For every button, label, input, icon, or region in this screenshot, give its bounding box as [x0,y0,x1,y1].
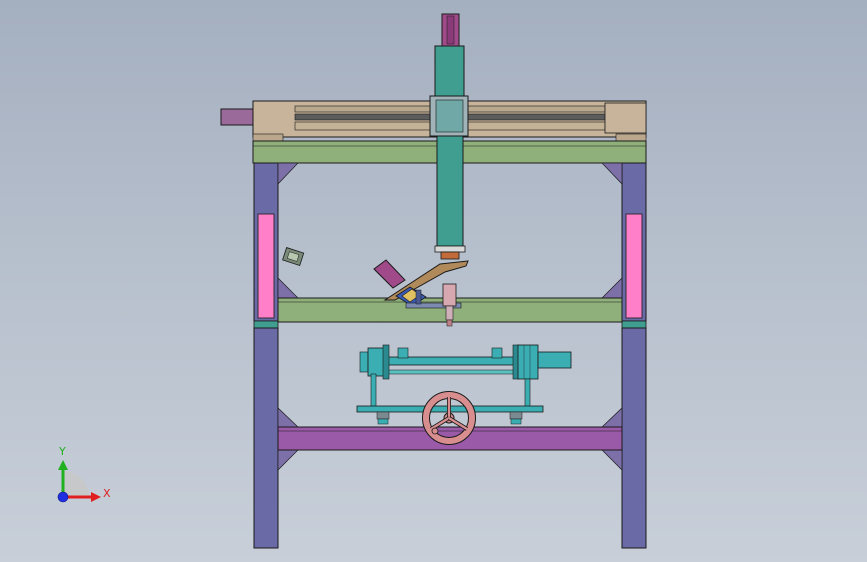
right-column-highlight-panel [625,213,643,319]
rail-end-stub-left [220,108,255,126]
shaft-bracket-right [491,347,503,359]
brace-mid-right-upper [601,277,623,299]
brace-top-right [601,162,623,185]
motor-right-shaft [537,351,572,369]
y-axis-arrowhead [58,460,68,470]
cutter-spindle [442,283,457,307]
right-column-lower [621,327,647,549]
cad-viewport[interactable]: Y X [0,0,867,562]
motor-left-flange [382,344,390,380]
rail-foot-right [615,133,647,142]
brace-low-right-upper [601,407,623,428]
mount-foot-right [509,411,523,420]
right-frame-column[interactable] [621,162,647,549]
mount-bolt-left [377,418,389,425]
brace-low-left-lower [277,449,299,471]
handwheel-knob [431,427,439,435]
triad-xy-plane-arc [63,471,89,497]
floating-part[interactable] [282,247,305,266]
coordinate-triad-icon[interactable]: Y X [57,445,111,503]
z-axis-origin [57,491,69,503]
mount-foot-left [376,411,390,420]
rail-foot-left [252,133,284,142]
left-column-lower [253,327,279,549]
left-frame-column[interactable] [253,162,279,549]
cutter-shank [445,305,454,321]
left-column-highlight-panel [257,213,275,319]
spindle-nut [440,251,460,260]
right-column-joint [621,320,647,329]
tool-post [415,289,422,305]
brace-low-left-upper [277,407,299,428]
support-post-left [370,373,377,408]
shaft-bracket-left [397,347,409,359]
x-axis-arrowhead [91,492,101,502]
motor-left-cap [359,351,369,373]
tool-angled-guard [373,259,406,289]
column-lower-body [436,135,464,247]
brace-low-right-lower [601,449,623,471]
cutter-tip [446,319,453,327]
brace-mid-left-upper [277,277,299,299]
carriage-block-inner [435,99,464,133]
support-post-right [524,378,531,408]
column-upper-body [434,45,465,97]
roller-shaft-assembly[interactable] [356,344,572,425]
vertical-spindle-column[interactable] [429,13,469,260]
y-axis-label: Y [58,445,66,458]
x-axis-label: X [103,487,111,500]
mount-bolt-right [510,418,522,425]
column-foot-collar [434,245,466,253]
column-top-cap-inner [446,15,455,45]
shaft-lower-bar [385,369,515,375]
brace-top-left [277,162,299,185]
motor-right [517,344,539,380]
rail-end-cap-right [604,102,647,134]
left-column-joint [253,320,279,329]
